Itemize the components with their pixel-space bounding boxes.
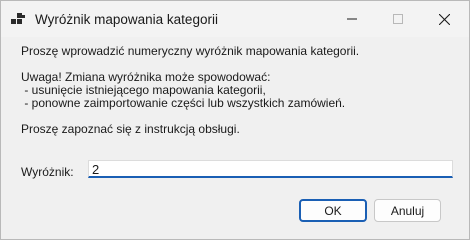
app-icon <box>11 13 25 24</box>
cancel-button[interactable]: Anuluj <box>374 199 441 222</box>
discriminator-label: Wyróżnik: <box>21 165 74 179</box>
close-button[interactable] <box>421 1 467 37</box>
prompt-text: Proszę wprowadzić numeryczny wyróżnik ma… <box>21 44 360 58</box>
dialog-window: Wyróżnik mapowania kategorii Proszę wpro… <box>0 0 470 240</box>
maximize-button[interactable] <box>375 1 421 37</box>
discriminator-input[interactable] <box>89 162 447 177</box>
discriminator-field[interactable] <box>88 160 453 178</box>
maximize-icon <box>393 14 403 24</box>
window-title: Wyróżnik mapowania kategorii <box>35 12 218 27</box>
ok-button[interactable]: OK <box>299 199 367 222</box>
close-icon <box>438 13 450 25</box>
title-bar[interactable]: Wyróżnik mapowania kategorii <box>1 1 469 37</box>
warning-item: - ponowne zaimportowanie części lub wszy… <box>21 96 346 110</box>
manual-note: Proszę zapoznać się z instrukcją obsługi… <box>21 122 240 136</box>
minimize-icon <box>347 18 357 20</box>
minimize-button[interactable] <box>329 1 375 37</box>
message-body: Proszę wprowadzić numeryczny wyróżnik ma… <box>21 45 359 136</box>
